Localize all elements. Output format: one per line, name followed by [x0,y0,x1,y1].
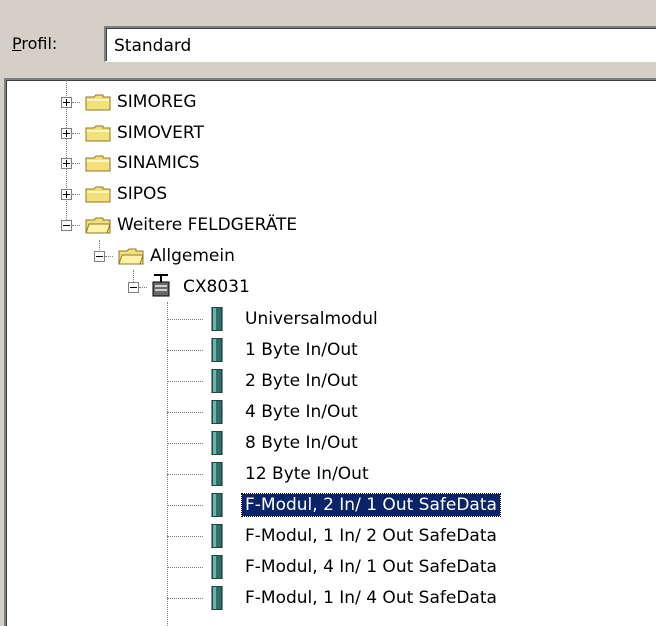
tree-node-label[interactable]: F-Modul, 1 In/ 4 Out SafeData [242,587,500,609]
tree-line [167,443,203,444]
tree-line [72,225,80,226]
collapse-icon[interactable] [94,251,105,262]
tree-line [167,381,203,382]
module-icon [211,431,223,455]
tree-node-label[interactable]: 4 Byte In/Out [242,401,361,423]
tree-node-label[interactable]: SIPOS [114,183,170,205]
module-icon [211,307,223,331]
folder-icon [85,125,111,142]
expand-icon[interactable] [61,128,72,139]
module-icon [211,493,223,517]
tree-node-label[interactable]: Weitere FELDGERÄTE [114,214,300,236]
tree-node-label-selected[interactable]: F-Modul, 2 In/ 1 Out SafeData [241,493,501,517]
collapse-icon[interactable] [61,220,72,231]
module-icon [211,462,223,486]
tree-line [167,505,203,506]
folder-icon [85,186,111,203]
tree-line [167,536,203,537]
tree-line [72,133,80,134]
module-icon [211,338,223,362]
tree-line [167,474,203,475]
tree-line [105,256,113,257]
expand-icon[interactable] [61,97,72,108]
module-icon [211,586,223,610]
profile-value: Standard [114,36,192,56]
expand-icon[interactable] [61,158,72,169]
tree-line [167,598,203,599]
tree-line [72,194,80,195]
tree-node-label[interactable]: 8 Byte In/Out [242,432,361,454]
profile-select[interactable]: Standard [104,26,656,62]
open-folder-icon [85,217,111,234]
tree-node-label[interactable]: SIMOREG [114,91,200,113]
expand-icon[interactable] [61,189,72,200]
tree-node-label[interactable]: CX8031 [180,276,253,298]
module-icon [211,400,223,424]
tree-line [72,163,80,164]
module-icon [211,524,223,548]
tree-line [167,319,203,320]
folder-icon [85,94,111,111]
profile-label-rest: rofil: [21,34,58,53]
tree-node-label[interactable]: Allgemein [147,245,238,267]
profile-label-accelerator: P [12,34,22,53]
tree-node-label[interactable]: Universalmodul [242,308,381,330]
catalog-tree[interactable]: SIMOREG SIMOVERT SINAMICS SIPOS Weitere … [4,78,656,626]
folder-icon [85,155,111,172]
tree-node-label[interactable]: F-Modul, 1 In/ 2 Out SafeData [242,525,500,547]
module-icon [211,369,223,393]
tree-node-label[interactable]: 2 Byte In/Out [242,370,361,392]
profile-label: Profil: [12,34,57,53]
tree-line [167,350,203,351]
tree-node-label[interactable]: F-Modul, 4 In/ 1 Out SafeData [242,556,500,578]
tree-node-label[interactable]: 1 Byte In/Out [242,339,361,361]
tree-node-label[interactable]: SIMOVERT [114,122,207,144]
profile-tree-window: Profil: Standard SIMOREG SIMOVERT SINAMI… [0,0,656,626]
tree-line [72,102,80,103]
module-icon [211,555,223,579]
tree-node-label[interactable]: SINAMICS [114,152,203,174]
tree-line [167,567,203,568]
open-folder-icon [118,248,144,265]
device-icon [152,274,170,297]
tree-line [139,287,147,288]
tree-node-label[interactable]: 12 Byte In/Out [242,463,372,485]
collapse-icon[interactable] [128,282,139,293]
tree-line [167,412,203,413]
